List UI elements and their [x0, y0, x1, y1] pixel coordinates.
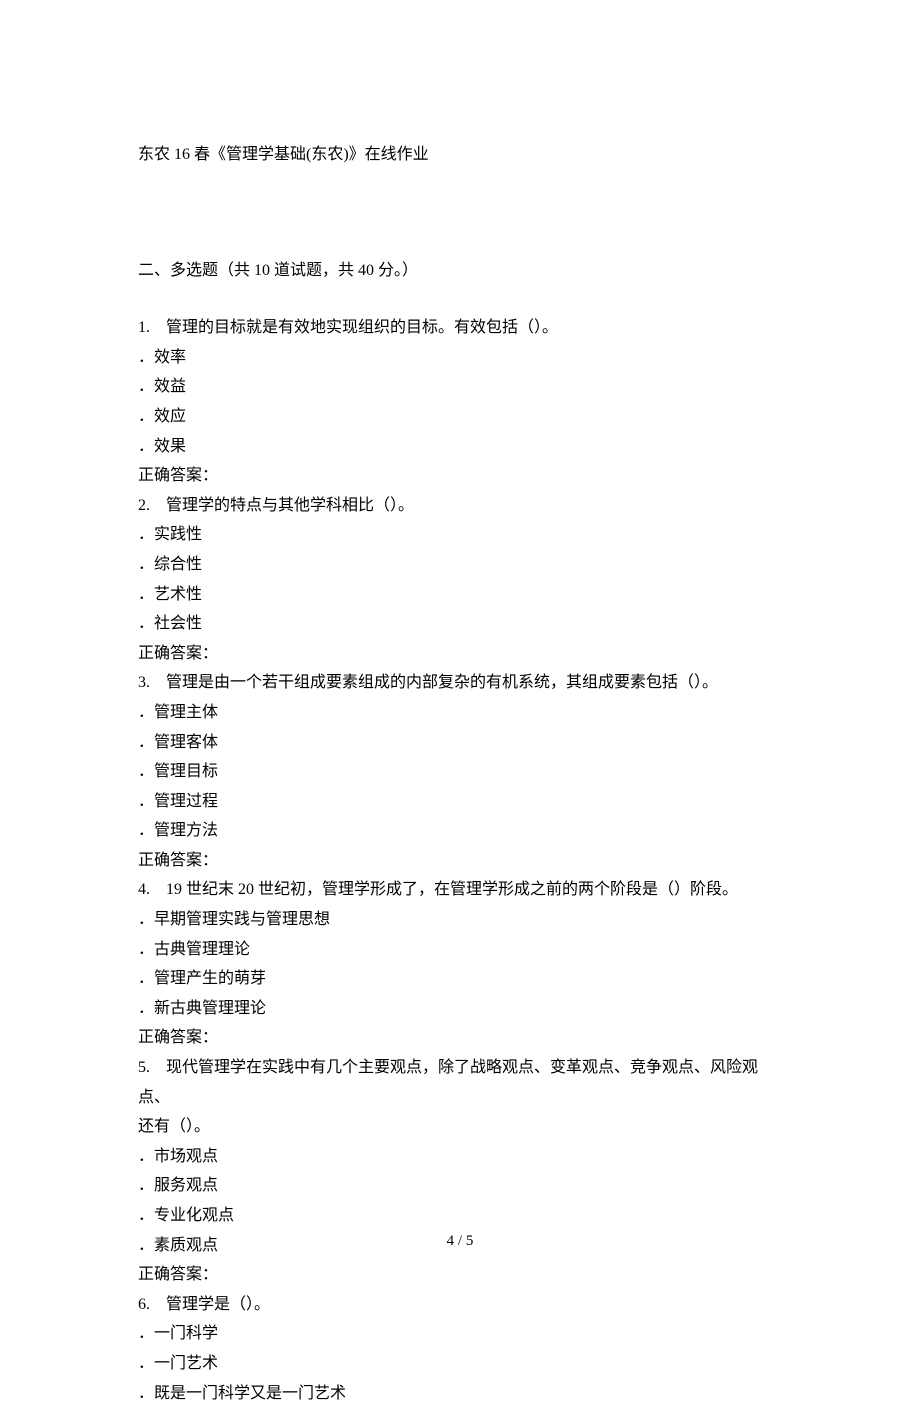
- option-text: 效益: [154, 378, 186, 395]
- question-stem: 2. 管理学的特点与其他学科相比（）。: [138, 491, 782, 521]
- option: ．效应: [138, 402, 782, 432]
- option: ．社会性: [138, 609, 782, 639]
- option-text: 社会性: [154, 615, 202, 632]
- question-number: 1.: [138, 319, 150, 336]
- question-text-line1: 现代管理学在实践中有几个主要观点，除了战略观点、变革观点、竞争观点、风险观点、: [138, 1059, 758, 1106]
- option: ．市场观点: [138, 1142, 782, 1172]
- page-number: 4 / 5: [0, 1228, 920, 1256]
- option: ．古典管理理论: [138, 935, 782, 965]
- answer-label: 正确答案：: [138, 846, 782, 876]
- question-number: 6.: [138, 1296, 150, 1313]
- question-number: 4.: [138, 881, 150, 898]
- option: ．效果: [138, 432, 782, 462]
- question-stem: 5. 现代管理学在实践中有几个主要观点，除了战略观点、变革观点、竞争观点、风险观…: [138, 1053, 782, 1112]
- option-text: 新古典管理理论: [154, 1000, 266, 1017]
- option: ．效率: [138, 343, 782, 373]
- option: ．效益: [138, 372, 782, 402]
- question-number: 2.: [138, 497, 150, 514]
- option-text: 效果: [154, 438, 186, 455]
- option: ．早期管理实践与管理思想: [138, 905, 782, 935]
- option: ．服务观点: [138, 1171, 782, 1201]
- option-text: 古典管理理论: [154, 941, 250, 958]
- question-stem: 6. 管理学是（）。: [138, 1290, 782, 1320]
- question-text: 19 世纪末 20 世纪初，管理学形成了，在管理学形成之前的两个阶段是（）阶段。: [166, 881, 738, 898]
- answer-label: 正确答案：: [138, 1023, 782, 1053]
- question-4: 4. 19 世纪末 20 世纪初，管理学形成了，在管理学形成之前的两个阶段是（）…: [138, 875, 782, 1053]
- option: ．一门艺术: [138, 1349, 782, 1379]
- option: ．管理产生的萌芽: [138, 964, 782, 994]
- question-number: 3.: [138, 674, 150, 691]
- option: ．一门科学: [138, 1319, 782, 1349]
- option: ．管理目标: [138, 757, 782, 787]
- option-text: 管理方法: [154, 822, 218, 839]
- question-number: 5.: [138, 1059, 150, 1076]
- question-2: 2. 管理学的特点与其他学科相比（）。 ．实践性 ．综合性 ．艺术性 ．社会性 …: [138, 491, 782, 669]
- option: ．新古典管理理论: [138, 994, 782, 1024]
- option-text: 一门科学: [154, 1325, 218, 1342]
- option-text: 管理客体: [154, 734, 218, 751]
- question-stem: 4. 19 世纪末 20 世纪初，管理学形成了，在管理学形成之前的两个阶段是（）…: [138, 875, 782, 905]
- option-text: 效率: [154, 349, 186, 366]
- question-6: 6. 管理学是（）。 ．一门科学 ．一门艺术 ．既是一门科学又是一门艺术: [138, 1290, 782, 1408]
- option-text: 专业化观点: [154, 1207, 234, 1224]
- option-text: 一门艺术: [154, 1355, 218, 1372]
- question-1: 1. 管理的目标就是有效地实现组织的目标。有效包括（）。 ．效率 ．效益 ．效应…: [138, 313, 782, 491]
- option: ．综合性: [138, 550, 782, 580]
- question-text: 管理学的特点与其他学科相比（）。: [166, 497, 414, 514]
- option: ．管理客体: [138, 728, 782, 758]
- option-text: 管理主体: [154, 704, 218, 721]
- question-stem: 1. 管理的目标就是有效地实现组织的目标。有效包括（）。: [138, 313, 782, 343]
- option-text: 艺术性: [154, 586, 202, 603]
- answer-label: 正确答案：: [138, 639, 782, 669]
- question-text-line2: 还有（）。: [138, 1112, 782, 1142]
- option: ．专业化观点: [138, 1201, 782, 1231]
- question-3: 3. 管理是由一个若干组成要素组成的内部复杂的有机系统，其组成要素包括（）。 ．…: [138, 668, 782, 875]
- option: ．艺术性: [138, 580, 782, 610]
- option-text: 综合性: [154, 556, 202, 573]
- option-text: 管理过程: [154, 793, 218, 810]
- option-text: 管理产生的萌芽: [154, 970, 266, 987]
- option: ．管理过程: [138, 787, 782, 817]
- option-text: 实践性: [154, 526, 202, 543]
- option-text: 市场观点: [154, 1148, 218, 1165]
- option-text: 早期管理实践与管理思想: [154, 911, 330, 928]
- question-text: 管理学是（）。: [166, 1296, 270, 1313]
- option: ．管理主体: [138, 698, 782, 728]
- question-text: 管理是由一个若干组成要素组成的内部复杂的有机系统，其组成要素包括（）。: [166, 674, 718, 691]
- option: ．实践性: [138, 520, 782, 550]
- option: ．既是一门科学又是一门艺术: [138, 1379, 782, 1408]
- document-title: 东农 16 春《管理学基础(东农)》在线作业: [138, 140, 782, 170]
- document-page: 东农 16 春《管理学基础(东农)》在线作业 二、多选题（共 10 道试题，共 …: [0, 0, 920, 1408]
- option-text: 效应: [154, 408, 186, 425]
- question-text: 管理的目标就是有效地实现组织的目标。有效包括（）。: [166, 319, 558, 336]
- option: ．管理方法: [138, 816, 782, 846]
- answer-label: 正确答案：: [138, 1260, 782, 1290]
- answer-label: 正确答案：: [138, 461, 782, 491]
- option-text: 服务观点: [154, 1177, 218, 1194]
- option-text: 既是一门科学又是一门艺术: [154, 1385, 346, 1402]
- question-stem: 3. 管理是由一个若干组成要素组成的内部复杂的有机系统，其组成要素包括（）。: [138, 668, 782, 698]
- option-text: 管理目标: [154, 763, 218, 780]
- section-header: 二、多选题（共 10 道试题，共 40 分。）: [138, 256, 782, 286]
